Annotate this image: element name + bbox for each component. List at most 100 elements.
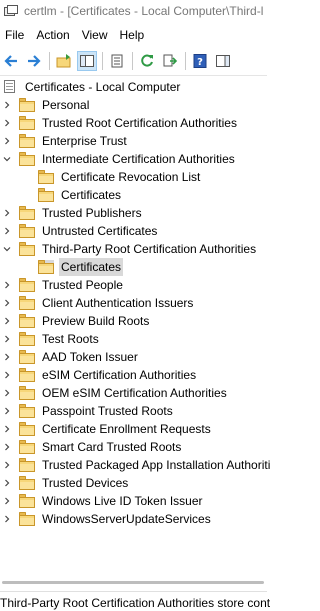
- tree-item[interactable]: Third-Party Root Certification Authoriti…: [2, 240, 258, 258]
- chevron-right-icon[interactable]: [2, 456, 12, 474]
- chevron-right-icon[interactable]: [2, 492, 12, 510]
- folder-icon: [19, 404, 35, 418]
- folder-icon: [38, 188, 54, 202]
- tree-item[interactable]: Personal: [2, 96, 91, 114]
- tree-item[interactable]: Client Authentication Issuers: [2, 294, 195, 312]
- tree-item[interactable]: Passpoint Trusted Roots: [2, 402, 175, 420]
- chevron-right-icon[interactable]: [2, 474, 12, 492]
- tree-item[interactable]: Certificate Enrollment Requests: [2, 420, 213, 438]
- folder-icon: [19, 494, 35, 508]
- folder-icon: [19, 440, 35, 454]
- chevron-right-icon[interactable]: [2, 384, 12, 402]
- menu-action[interactable]: Action: [30, 24, 75, 46]
- toolbar-separator: [185, 52, 186, 70]
- chevron-right-icon[interactable]: [2, 510, 12, 528]
- app-icon: [4, 5, 18, 17]
- tree-item[interactable]: Trusted Publishers: [2, 204, 144, 222]
- window-title: certlm - [Certificates - Local Computer\…: [24, 4, 264, 18]
- chevron-right-icon[interactable]: [2, 222, 12, 240]
- forward-arrow-icon[interactable]: [24, 51, 44, 71]
- tree-item-label: Trusted Packaged App Installation Author…: [42, 458, 271, 472]
- chevron-right-icon[interactable]: [2, 114, 12, 132]
- chevron-down-icon[interactable]: [2, 240, 12, 258]
- tree-item-label: Third-Party Root Certification Authoriti…: [42, 242, 257, 256]
- tree-root[interactable]: Certificates - Local Computer: [2, 78, 182, 96]
- tree-item[interactable]: Untrusted Certificates: [2, 222, 159, 240]
- show-hide-console-tree-icon[interactable]: [77, 51, 97, 71]
- toolbar-separator: [49, 52, 50, 70]
- chevron-right-icon[interactable]: [2, 330, 12, 348]
- chevron-right-icon[interactable]: [2, 132, 12, 150]
- tree-item-label: Untrusted Certificates: [42, 224, 158, 238]
- tree-item[interactable]: AAD Token Issuer: [2, 348, 140, 366]
- tree-item-label: Certificate Revocation List: [61, 170, 201, 184]
- folder-icon: [19, 134, 35, 148]
- chevron-right-icon[interactable]: [2, 366, 12, 384]
- tree-item-label: Windows Live ID Token Issuer: [42, 494, 203, 508]
- tree-item-label: Trusted Devices: [42, 476, 129, 490]
- tree-item[interactable]: Trusted Devices: [2, 474, 130, 492]
- tree-item[interactable]: Certificate Revocation List: [38, 168, 202, 186]
- back-arrow-icon[interactable]: [1, 51, 21, 71]
- menu-help[interactable]: Help: [114, 24, 151, 46]
- tree-item[interactable]: Trusted Packaged App Installation Author…: [2, 456, 272, 474]
- tree-item[interactable]: OEM eSIM Certification Authorities: [2, 384, 229, 402]
- tree-item-label: Client Authentication Issuers: [42, 296, 194, 310]
- tree-item[interactable]: Certificates: [38, 186, 123, 204]
- tree-item[interactable]: Windows Live ID Token Issuer: [2, 492, 205, 510]
- folder-icon: [19, 386, 35, 400]
- chevron-right-icon[interactable]: [2, 420, 12, 438]
- up-folder-icon[interactable]: [54, 51, 74, 71]
- tree-item[interactable]: eSIM Certification Authorities: [2, 366, 198, 384]
- certificates-snapin-icon: [2, 80, 18, 94]
- toolbar: ?: [0, 48, 267, 74]
- tree-item[interactable]: Preview Build Roots: [2, 312, 151, 330]
- tree-item[interactable]: Enterprise Trust: [2, 132, 129, 150]
- tree-item[interactable]: Trusted People: [2, 276, 125, 294]
- tree-item[interactable]: Smart Card Trusted Roots: [2, 438, 183, 456]
- tree-item-label: AAD Token Issuer: [42, 350, 138, 364]
- tree-item[interactable]: Test Roots: [2, 330, 101, 348]
- show-action-pane-icon[interactable]: [213, 51, 233, 71]
- chevron-right-icon[interactable]: [2, 96, 12, 114]
- tree-item-label: Trusted Publishers: [42, 206, 142, 220]
- folder-icon: [19, 242, 35, 256]
- folder-icon: [38, 260, 54, 274]
- chevron-right-icon[interactable]: [2, 348, 12, 366]
- folder-icon: [19, 98, 35, 112]
- chevron-right-icon[interactable]: [2, 312, 12, 330]
- chevron-right-icon[interactable]: [2, 204, 12, 222]
- chevron-right-icon[interactable]: [2, 438, 12, 456]
- tree-item[interactable]: WindowsServerUpdateServices: [2, 510, 213, 528]
- folder-icon: [38, 170, 54, 184]
- tree-item-label: Enterprise Trust: [42, 134, 127, 148]
- folder-icon: [19, 152, 35, 166]
- svg-text:?: ?: [197, 57, 203, 68]
- tree-item[interactable]: Certificates: [38, 258, 124, 276]
- export-list-icon[interactable]: [160, 51, 180, 71]
- menu-view[interactable]: View: [76, 24, 114, 46]
- tree-item-label: Personal: [42, 98, 90, 112]
- chevron-right-icon[interactable]: [2, 294, 12, 312]
- scrollbar-thumb[interactable]: [2, 581, 264, 584]
- refresh-icon[interactable]: [137, 51, 157, 71]
- toolbar-separator: [132, 52, 133, 70]
- horizontal-scrollbar[interactable]: [0, 576, 267, 590]
- chevron-right-icon[interactable]: [2, 402, 12, 420]
- folder-icon: [19, 476, 35, 490]
- title-bar: certlm - [Certificates - Local Computer\…: [0, 0, 267, 22]
- tree-item[interactable]: Trusted Root Certification Authorities: [2, 114, 239, 132]
- chevron-down-icon[interactable]: [2, 150, 12, 168]
- folder-icon: [19, 296, 35, 310]
- tree-item-label: Certificates: [59, 258, 124, 276]
- tree-root-label: Certificates - Local Computer: [25, 80, 181, 94]
- status-bar: Third-Party Root Certification Authoriti…: [0, 591, 270, 611]
- tree-item[interactable]: Intermediate Certification Authorities: [2, 150, 237, 168]
- chevron-right-icon[interactable]: [2, 276, 12, 294]
- help-icon[interactable]: ?: [190, 51, 210, 71]
- folder-icon: [19, 332, 35, 346]
- menu-file[interactable]: File: [0, 24, 30, 46]
- tree-item-label: Trusted Root Certification Authorities: [42, 116, 237, 130]
- properties-icon[interactable]: [107, 51, 127, 71]
- menu-bar: File Action View Help: [0, 24, 267, 46]
